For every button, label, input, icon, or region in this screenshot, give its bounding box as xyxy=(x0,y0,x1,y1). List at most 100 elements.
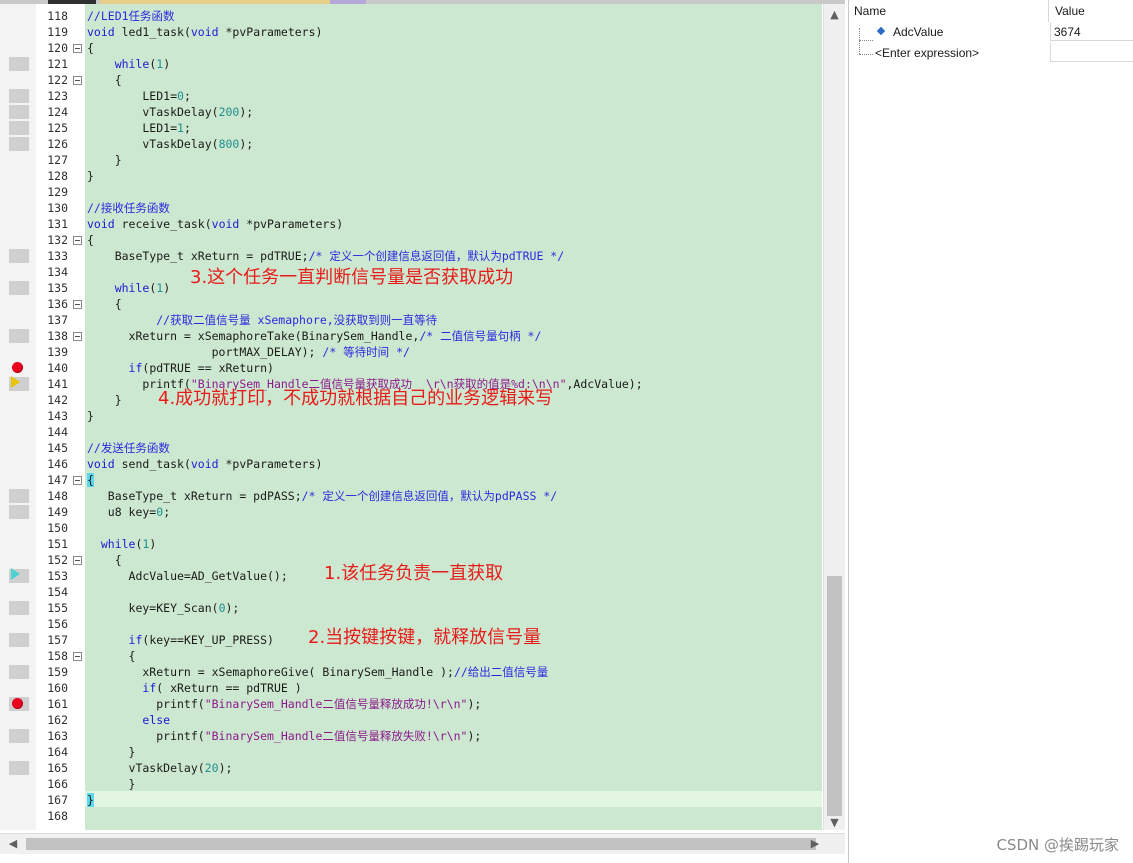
code-text: { xyxy=(87,233,94,247)
code-line[interactable]: 140 if(pdTRUE == xReturn) xyxy=(0,360,822,376)
horizontal-scrollbar[interactable]: ◀ ▶ xyxy=(0,833,845,854)
code-line[interactable]: 158 { xyxy=(0,648,822,664)
code-line[interactable]: 125 LED1=1; xyxy=(0,120,822,136)
line-number: 137 xyxy=(47,313,68,327)
code-line[interactable]: 127 } xyxy=(0,152,822,168)
line-number: 136 xyxy=(47,297,68,311)
fold-toggle-icon[interactable] xyxy=(73,556,82,565)
code-line[interactable]: 122 { xyxy=(0,72,822,88)
scroll-up-icon[interactable]: ▲ xyxy=(824,6,845,24)
code-line[interactable]: 160 if( xReturn == pdTRUE ) xyxy=(0,680,822,696)
fold-toggle-icon[interactable] xyxy=(73,652,82,661)
line-number: 118 xyxy=(47,9,68,23)
code-line[interactable]: 148 BaseType_t xReturn = pdPASS;/* 定义一个创… xyxy=(0,488,822,504)
line-number: 134 xyxy=(47,265,68,279)
code-line[interactable]: 118 //LED1任务函数 xyxy=(0,8,822,24)
watch-value[interactable] xyxy=(1050,43,1133,62)
code-text: } xyxy=(87,169,94,183)
code-line[interactable]: 165 vTaskDelay(20); xyxy=(0,760,822,776)
code-text: BaseType_t xReturn = pdPASS;/* 定义一个创建信息返… xyxy=(87,489,558,503)
code-line[interactable]: 120 { xyxy=(0,40,822,56)
code-line[interactable]: 150 xyxy=(0,520,822,536)
enter-expression-field[interactable]: <Enter expression> xyxy=(875,43,979,63)
line-number: 153 xyxy=(47,569,68,583)
line-number: 158 xyxy=(47,649,68,663)
line-number: 141 xyxy=(47,377,68,391)
code-text: { xyxy=(87,553,122,567)
code-text: } xyxy=(87,745,136,759)
code-line[interactable]: 121 while(1) xyxy=(0,56,822,72)
code-line[interactable]: 155 key=KEY_Scan(0); xyxy=(0,600,822,616)
line-number: 154 xyxy=(47,585,68,599)
line-number: 127 xyxy=(47,153,68,167)
code-line[interactable]: 154 xyxy=(0,584,822,600)
code-text: u8 key=0; xyxy=(87,505,171,519)
scroll-down-icon[interactable]: ▼ xyxy=(824,814,845,832)
code-line[interactable]: 137 //获取二值信号量 xSemaphore,没获取到则一直等待 xyxy=(0,312,822,328)
code-text: LED1=0; xyxy=(87,89,191,103)
code-line[interactable]: 149 u8 key=0; xyxy=(0,504,822,520)
breakpoint-icon[interactable] xyxy=(12,698,23,709)
code-text: vTaskDelay(800); xyxy=(87,137,254,151)
code-line[interactable]: 123 LED1=0; xyxy=(0,88,822,104)
code-line[interactable]: 138 xReturn = xSemaphoreTake(BinarySem_H… xyxy=(0,328,822,344)
scroll-right-icon[interactable]: ▶ xyxy=(806,834,824,854)
breakpoint-icon[interactable] xyxy=(12,362,23,373)
code-line[interactable]: 128} xyxy=(0,168,822,184)
code-text: BaseType_t xReturn = pdTRUE;/* 定义一个创建信息返… xyxy=(87,249,565,263)
code-line[interactable]: 130 //接收任务函数 xyxy=(0,200,822,216)
fold-toggle-icon[interactable] xyxy=(73,236,82,245)
code-line[interactable]: 147 { xyxy=(0,472,822,488)
code-line[interactable]: 163 printf("BinarySem_Handle二值信号量释放失败!\r… xyxy=(0,728,822,744)
code-line[interactable]: 126 vTaskDelay(800); xyxy=(0,136,822,152)
code-text: vTaskDelay(20); xyxy=(87,761,233,775)
code-line[interactable]: 146 void send_task(void *pvParameters) xyxy=(0,456,822,472)
line-number: 161 xyxy=(47,697,68,711)
code-line[interactable]: 164 } xyxy=(0,744,822,760)
line-number: 145 xyxy=(47,441,68,455)
line-number: 122 xyxy=(47,73,68,87)
code-line[interactable]: 168 xyxy=(0,808,822,824)
column-header-value[interactable]: Value xyxy=(1050,0,1133,22)
code-line[interactable]: 143} xyxy=(0,408,822,424)
line-number: 147 xyxy=(47,473,68,487)
code-text: if(key==KEY_UP_PRESS) xyxy=(128,633,274,647)
watch-name[interactable]: AdcValue xyxy=(893,22,943,42)
horizontal-scroll-thumb[interactable] xyxy=(26,838,816,850)
scroll-left-icon[interactable]: ◀ xyxy=(4,834,22,854)
code-text: { xyxy=(87,41,94,55)
watch-value[interactable]: 3674 xyxy=(1050,22,1133,41)
fold-toggle-icon[interactable] xyxy=(73,44,82,53)
code-line[interactable]: 161 printf("BinarySem_Handle二值信号量释放成功!\r… xyxy=(0,696,822,712)
code-line[interactable]: 159 xReturn = xSemaphoreGive( BinarySem_… xyxy=(0,664,822,680)
fold-toggle-icon[interactable] xyxy=(73,476,82,485)
code-line[interactable]: 166 } xyxy=(0,776,822,792)
code-line[interactable]: 136 { xyxy=(0,296,822,312)
code-line[interactable]: 119 void led1_task(void *pvParameters) xyxy=(0,24,822,40)
code-text: { xyxy=(87,473,94,487)
code-text: LED1=1; xyxy=(87,121,191,135)
code-text: key=KEY_Scan(0); xyxy=(87,601,240,615)
line-number: 164 xyxy=(47,745,68,759)
fold-toggle-icon[interactable] xyxy=(73,76,82,85)
code-editor[interactable]: 118 //LED1任务函数 119 void led1_task(void *pvP… xyxy=(0,4,845,830)
watch-row[interactable]: AdcValue 3674 xyxy=(849,22,1133,42)
code-line[interactable]: 133 BaseType_t xReturn = pdTRUE;/* 定义一个创… xyxy=(0,248,822,264)
code-line[interactable]: 139 portMAX_DELAY); /* 等待时间 */ xyxy=(0,344,822,360)
column-header-name[interactable]: Name xyxy=(849,0,1049,22)
code-line[interactable]: 131 void receive_task(void *pvParameters) xyxy=(0,216,822,232)
code-line[interactable]: 144 xyxy=(0,424,822,440)
fold-toggle-icon[interactable] xyxy=(73,332,82,341)
code-line[interactable]: 151 while(1) xyxy=(0,536,822,552)
fold-toggle-icon[interactable] xyxy=(73,300,82,309)
code-line[interactable]: 124 vTaskDelay(200); xyxy=(0,104,822,120)
code-line[interactable]: 145 //发送任务函数 xyxy=(0,440,822,456)
line-number: 159 xyxy=(47,665,68,679)
watch-row-enter-expression[interactable]: <Enter expression> xyxy=(849,43,1133,63)
code-line[interactable]: 167} xyxy=(0,792,822,808)
code-line[interactable]: 162 else xyxy=(0,712,822,728)
code-line[interactable]: 132 { xyxy=(0,232,822,248)
vertical-scroll-thumb[interactable] xyxy=(827,576,842,816)
vertical-scrollbar[interactable]: ▲ ▼ xyxy=(823,4,845,830)
code-line[interactable]: 129 xyxy=(0,184,822,200)
